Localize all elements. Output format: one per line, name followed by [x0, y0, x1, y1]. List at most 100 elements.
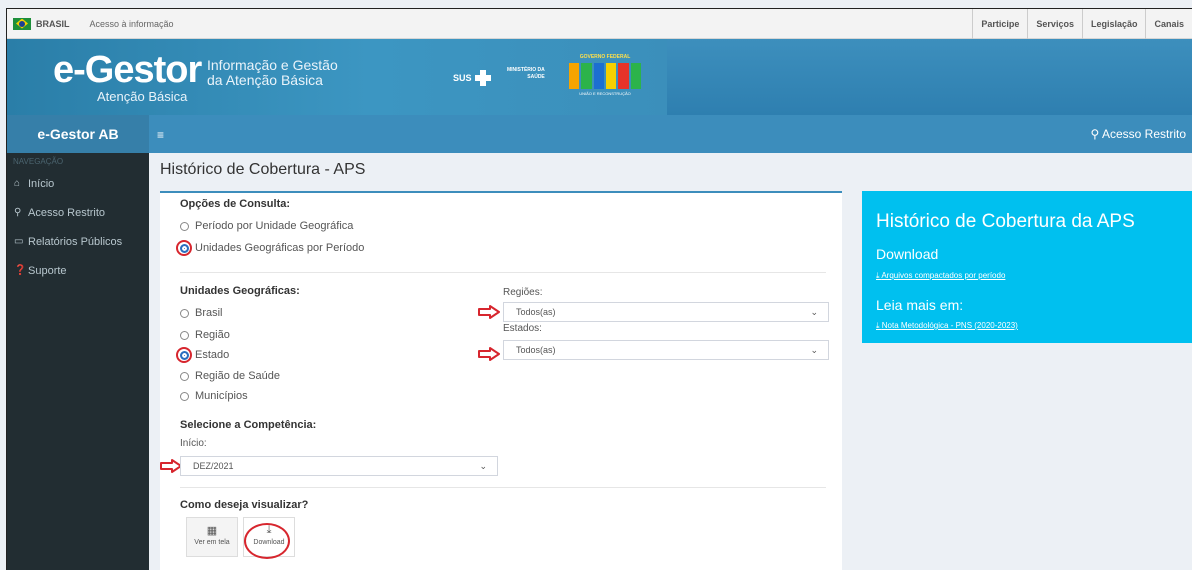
radio-label: Unidades Geográficas por Período: [195, 242, 365, 254]
page-title: Histórico de Cobertura - APS: [160, 161, 366, 178]
brand-link[interactable]: e-Gestor AB: [7, 115, 149, 153]
highlight-circle: [176, 240, 192, 256]
leia-mais-heading: Leia mais em:: [876, 297, 964, 313]
question-icon: ❓: [14, 265, 27, 276]
sidebar: NAVEGAÇÃO ⌂ Início ⚲ Acesso Restrito ▭ R…: [7, 153, 149, 570]
acesso-restrito-label: Acesso Restrito: [1101, 127, 1186, 141]
monitor-icon: ▭: [14, 236, 24, 247]
governo-federal-logo: GOVERNO FEDERAL UNIÃO E RECONSTRUÇÃO: [569, 54, 641, 96]
highlight-circle: [244, 523, 290, 559]
radio-municipios[interactable]: Municípios: [180, 390, 248, 402]
radio-label: Região de Saúde: [195, 370, 281, 382]
estados-select-value: Todos(as): [516, 345, 556, 355]
sus-cross-icon: [474, 70, 491, 86]
sidebar-item-acesso-restrito[interactable]: ⚲ Acesso Restrito: [7, 198, 149, 227]
sidebar-item-label: Acesso Restrito: [28, 206, 106, 219]
red-arrow-icon: [478, 347, 500, 361]
ver-em-tela-button[interactable]: ▦ Ver em tela: [186, 517, 238, 557]
menu-toggle-icon[interactable]: ≡: [157, 128, 164, 142]
radio-brasil[interactable]: Brasil: [180, 307, 223, 319]
gov-link-legislacao[interactable]: Legislação: [1081, 9, 1146, 39]
home-icon: ⌂: [14, 178, 21, 189]
red-arrow-icon: [160, 459, 182, 473]
regioes-select[interactable]: Todos(as) ⌄: [503, 302, 829, 322]
radio-unidades-por-periodo[interactable]: Unidades Geográficas por Período: [180, 242, 364, 254]
inicio-label: Início:: [180, 438, 207, 449]
consulta-form-box: Opções de Consulta: Período por Unidade …: [160, 191, 842, 570]
key-icon: ⚲: [1090, 127, 1102, 141]
header-banner: e-Gestor Atenção Básica Informação e Ges…: [7, 39, 1192, 115]
divider: [180, 272, 826, 273]
competencia-label: Selecione a Competência:: [180, 419, 317, 431]
estados-select[interactable]: Todos(as) ⌄: [503, 340, 829, 360]
acesso-restrito-top-link[interactable]: ⚲ Acesso Restrito: [1091, 127, 1187, 141]
gov-link-participe[interactable]: Participe: [972, 9, 1027, 39]
ministerio-saude-logo: MINISTÉRIO DA SAÚDE: [507, 67, 545, 81]
governo-federal-text: GOVERNO FEDERAL: [579, 54, 631, 60]
radio-dot: [180, 308, 189, 318]
sus-logo: SUS: [453, 70, 491, 86]
radio-regiao-de-saude[interactable]: Região de Saúde: [180, 370, 280, 382]
radio-label: Brasil: [195, 307, 223, 319]
sidebar-item-label: Suporte: [28, 264, 67, 277]
browser-frame: BRASIL Acesso à informação Participe Ser…: [6, 8, 1192, 570]
ver-em-tela-label: Ver em tela: [194, 539, 230, 546]
sidebar-header: NAVEGAÇÃO: [13, 157, 64, 166]
highlight-circle: [176, 347, 192, 363]
sus-text: SUS: [453, 73, 472, 83]
sidebar-item-relatorios-publicos[interactable]: ▭ Relatórios Públicos: [7, 227, 149, 256]
top-navbar: e-Gestor AB ≡ ⚲ Acesso Restrito: [7, 115, 1192, 153]
regioes-select-value: Todos(as): [516, 307, 556, 317]
brazil-flag-icon: [13, 17, 31, 30]
radio-label: Municípios: [195, 390, 248, 402]
radio-dot: [180, 221, 189, 231]
chevron-down-icon: ⌄: [810, 345, 818, 355]
red-arrow-icon: [478, 305, 500, 319]
tagline-line-1: Informação e Gestão: [207, 57, 338, 73]
ministerio-line-1: MINISTÉRIO DA: [507, 67, 545, 73]
radio-label: Estado: [195, 349, 230, 361]
radio-label: Período por Unidade Geográfica: [195, 220, 354, 232]
sidebar-item-suporte[interactable]: ❓ Suporte: [7, 256, 149, 285]
sidebar-item-label: Início: [28, 177, 55, 190]
radio-periodo-por-unidade[interactable]: Período por Unidade Geográfica: [180, 220, 353, 232]
arquivos-compactados-link[interactable]: ⤓ Arquivos compactados por período: [876, 271, 1005, 281]
egestor-logo[interactable]: e-Gestor: [53, 51, 202, 89]
radio-regiao[interactable]: Região: [180, 329, 230, 341]
regioes-label: Regiões:: [503, 287, 543, 298]
inicio-select[interactable]: DEZ/2021 ⌄: [180, 456, 498, 476]
tagline-line-2: da Atenção Básica: [207, 72, 323, 88]
info-panel: Histórico de Cobertura da APS Download ⤓…: [862, 191, 1192, 343]
chevron-down-icon: ⌄: [810, 307, 818, 317]
sidebar-item-label: Relatórios Públicos: [28, 235, 123, 248]
sidebar-item-inicio[interactable]: ⌂ Início: [7, 169, 149, 198]
radio-dot: [180, 391, 189, 401]
link-label: Arquivos compactados por período: [881, 271, 1006, 280]
acesso-informacao-link[interactable]: Acesso à informação: [90, 19, 174, 29]
gov-link-canais[interactable]: Canais: [1145, 9, 1192, 39]
estados-label: Estados:: [503, 323, 542, 334]
gov-link-servicos[interactable]: Serviços: [1027, 9, 1082, 39]
table-icon: ▦: [206, 525, 218, 537]
nota-metodologica-link[interactable]: ⤓ Nota Metodológica - PNS (2020-2023): [876, 321, 1018, 331]
inicio-select-value: DEZ/2021: [193, 461, 234, 471]
chevron-down-icon: ⌄: [479, 461, 487, 471]
radio-dot: [180, 330, 189, 340]
opcoes-label: Opções de Consulta:: [180, 198, 291, 210]
divider: [180, 487, 826, 488]
gov-brasil-link[interactable]: BRASIL: [36, 19, 70, 29]
uniao-reconstrucao-text: UNIÃO E RECONSTRUÇÃO: [579, 91, 631, 96]
gov-bar: BRASIL Acesso à informação Participe Ser…: [7, 9, 1192, 39]
visualizar-label: Como deseja visualizar?: [180, 499, 309, 511]
key-icon: ⚲: [14, 207, 22, 218]
brasil-wordmark-icon: [569, 63, 641, 89]
info-download-heading: Download: [876, 246, 939, 262]
radio-dot: [180, 371, 189, 381]
link-label: Nota Metodológica - PNS (2020-2023): [881, 321, 1018, 330]
banner-tagline: Informação e Gestão da Atenção Básica: [207, 58, 338, 88]
logo-subtitle: Atenção Básica: [97, 89, 188, 104]
radio-label: Região: [195, 329, 230, 341]
ministerio-line-2: SAÚDE: [527, 74, 545, 80]
unidades-label: Unidades Geográficas:: [180, 285, 300, 297]
info-panel-title: Histórico de Cobertura da APS: [876, 211, 1135, 232]
